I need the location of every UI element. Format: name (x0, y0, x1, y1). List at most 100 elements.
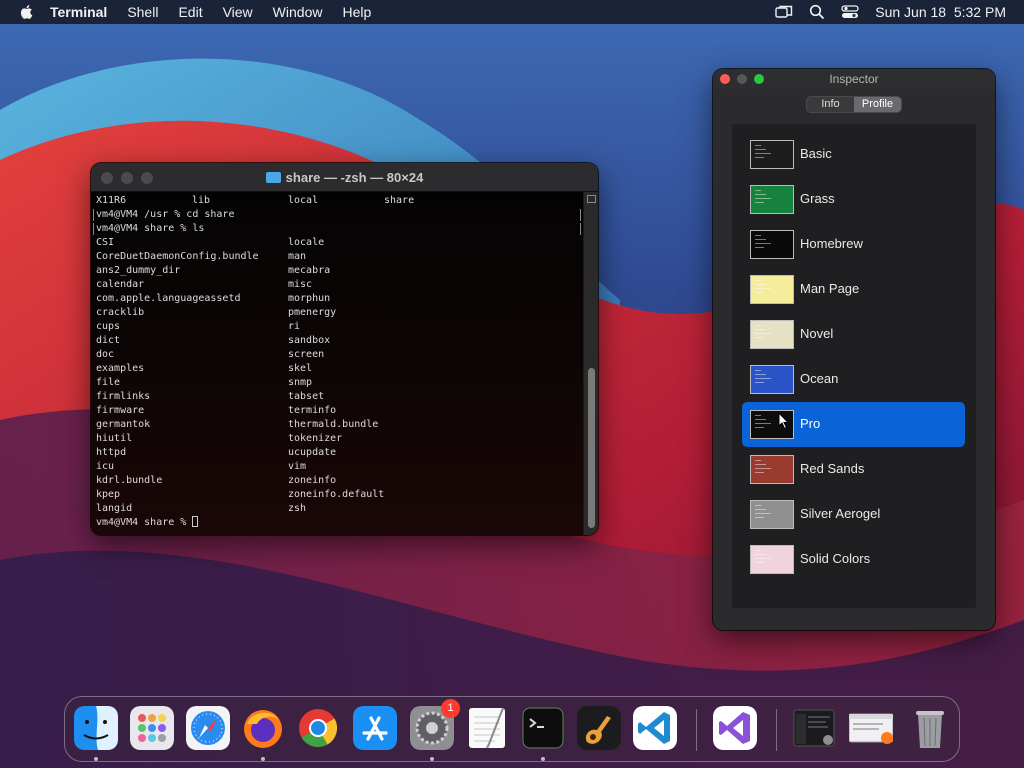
line-text: examples (96, 363, 145, 374)
running-indicator (541, 757, 545, 761)
profile-thumbnail (750, 275, 794, 304)
line-text: hiutil (96, 433, 133, 444)
line-text-col: tabset (288, 391, 325, 402)
line-text-col: vim (288, 461, 307, 472)
line-text: cups (96, 321, 121, 332)
menu-view[interactable]: View (223, 4, 253, 20)
inspector-titlebar[interactable]: Inspector (713, 69, 995, 89)
terminal-titlebar[interactable]: share — -zsh — 80×24 (91, 163, 598, 192)
dock-visual-studio-icon[interactable] (713, 706, 757, 750)
profile-item-man-page[interactable]: Man Page (742, 267, 965, 312)
line-text-col: sandbox (288, 335, 331, 346)
line-text-col: morphun (288, 293, 331, 304)
line-text: vm4@VM4 share % ls (96, 223, 205, 234)
dock-separator (776, 709, 777, 751)
apple-icon[interactable] (18, 3, 36, 21)
tab-info[interactable]: Info (807, 97, 854, 112)
line-text-col: ri (288, 321, 301, 332)
profile-item-silver-aerogel[interactable]: Silver Aerogel (742, 492, 965, 537)
line-text: cracklib (96, 307, 145, 318)
output-line: cracklib pmenergy (96, 306, 583, 320)
profile-item-grass[interactable]: Grass (742, 177, 965, 222)
screen-mirroring-icon[interactable] (775, 5, 793, 19)
line-text: firmlinks (96, 391, 151, 402)
tab-profile[interactable]: Profile (854, 97, 901, 112)
profile-item-ocean[interactable]: Ocean (742, 357, 965, 402)
running-indicator (94, 757, 98, 761)
line-text-col: local (288, 195, 319, 206)
line-text-col: lib (192, 195, 211, 206)
menu-shell[interactable]: Shell (127, 4, 158, 20)
line-text-col: zoneinfo (288, 475, 337, 486)
dock-chrome-icon[interactable] (296, 706, 340, 750)
dock-vscode-icon[interactable] (633, 706, 677, 750)
profile-thumbnail (750, 365, 794, 394)
spotlight-search-icon[interactable] (809, 4, 825, 20)
line-text: icu (96, 461, 115, 472)
profile-item-basic[interactable]: Basic (742, 132, 965, 177)
line-text-col: zoneinfo.default (288, 489, 385, 500)
dock-app-store-icon[interactable] (353, 706, 397, 750)
line-text: langid (96, 503, 133, 514)
line-text: doc (96, 349, 115, 360)
line-text-col: mecabra (288, 265, 331, 276)
profile-label: Novel (800, 326, 834, 341)
folder-icon (265, 172, 281, 183)
scroll-split-icon[interactable] (587, 195, 596, 203)
control-center-icon[interactable] (841, 4, 859, 20)
dock-textedit-icon[interactable] (465, 706, 509, 750)
terminal-output[interactable]: X11R6 lib local share vm4@VM4 /usr % cd shar… (91, 192, 583, 535)
line-text-col: thermald.bundle (288, 419, 379, 430)
output-line: firmware terminfo (96, 404, 583, 418)
line-text: CoreDuetDaemonConfig.bundle (96, 251, 259, 262)
menu-app-name[interactable]: Terminal (50, 4, 107, 20)
profile-label: Red Sands (800, 461, 865, 476)
dock-finder-icon[interactable] (74, 706, 118, 750)
output-line: doc screen (96, 348, 583, 362)
dock-trash-icon[interactable] (908, 706, 952, 750)
terminal-scrollbar[interactable] (583, 192, 598, 535)
line-text: com.apple.languageassetd (96, 293, 241, 304)
inspector-title: Inspector (829, 72, 879, 86)
output-line: CSI locale (96, 236, 583, 250)
dock-garageband-icon[interactable] (577, 706, 621, 750)
line-text: germantok (96, 419, 151, 430)
profile-label: Man Page (800, 281, 860, 296)
profile-item-solid-colors[interactable]: Solid Colors (742, 537, 965, 582)
menu-window[interactable]: Window (273, 4, 323, 20)
scroll-thumb[interactable] (588, 368, 595, 528)
menu-help[interactable]: Help (342, 4, 371, 20)
dock: 1 (64, 696, 960, 762)
line-text-col: terminfo (288, 405, 337, 416)
line-text: calendar (96, 279, 145, 290)
line-text-col: skel (288, 363, 313, 374)
output-line: kdrl.bundle zoneinfo (96, 474, 583, 488)
output-line: kpep zoneinfo.default (96, 488, 583, 502)
profile-item-homebrew[interactable]: Homebrew (742, 222, 965, 267)
profile-thumbnail (750, 185, 794, 214)
output-line: calendar misc (96, 278, 583, 292)
line-text-col: screen (288, 349, 325, 360)
profile-label: Basic (800, 146, 832, 161)
output-line: file snmp (96, 376, 583, 390)
profile-thumbnail (750, 140, 794, 169)
dock-terminal-icon[interactable] (521, 706, 565, 750)
terminal-title: share — -zsh — 80×24 (285, 170, 424, 185)
menu-datetime[interactable]: Sun Jun 18 5:32 PM (875, 4, 1006, 20)
dock-recent-window-2-icon[interactable] (849, 706, 893, 750)
profile-list: Basic Grass Homebrew Man Page Novel Ocean Pro R… (732, 124, 976, 608)
line-text: kpep (96, 489, 121, 500)
dock-safari-icon[interactable] (186, 706, 230, 750)
dock-recent-window-1-icon[interactable] (792, 706, 836, 750)
profile-item-red-sands[interactable]: Red Sands (742, 447, 965, 492)
dock-separator (696, 709, 697, 751)
menu-edit[interactable]: Edit (178, 4, 202, 20)
profile-item-pro[interactable]: Pro (742, 402, 965, 447)
profile-thumbnail (750, 545, 794, 574)
line-text: vm4@VM4 share % (96, 517, 193, 528)
line-text: kdrl.bundle (96, 475, 163, 486)
dock-launchpad-icon[interactable] (130, 706, 174, 750)
profile-item-novel[interactable]: Novel (742, 312, 965, 357)
output-line: dict sandbox (96, 334, 583, 348)
dock-firefox-icon[interactable] (241, 706, 285, 750)
